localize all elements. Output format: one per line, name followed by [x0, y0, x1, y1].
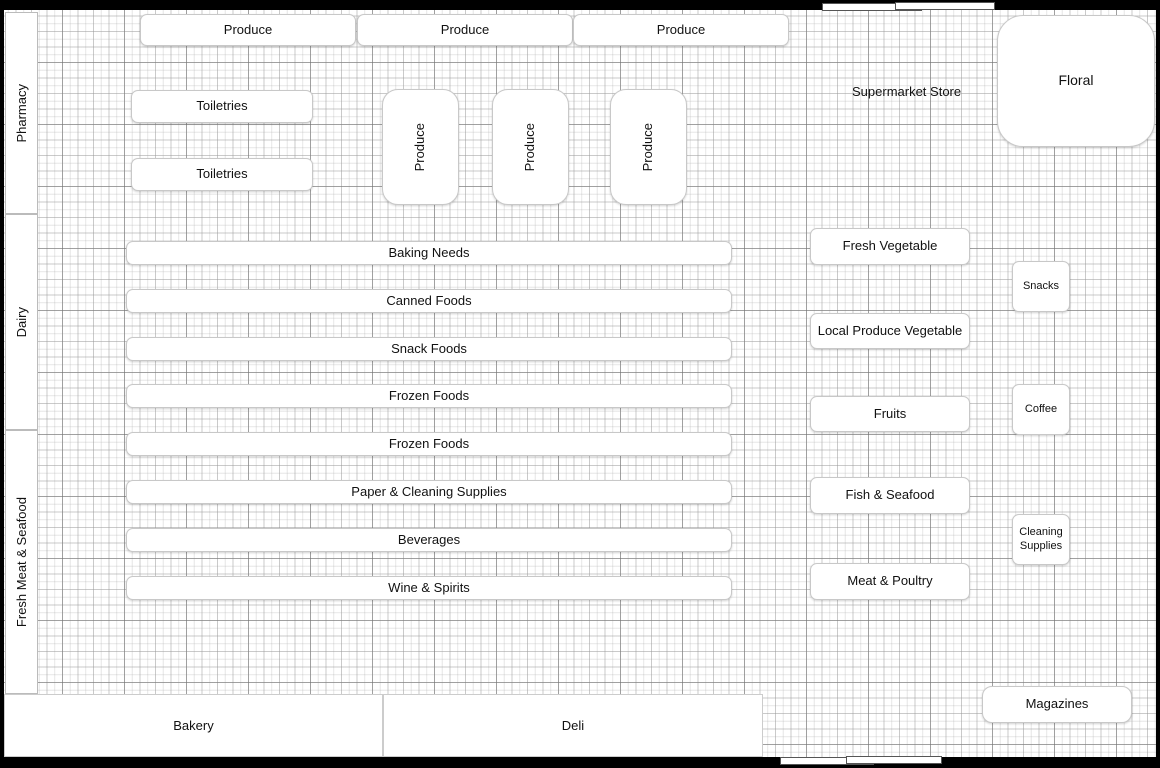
produce-display-1-label: Produce: [412, 122, 428, 172]
toiletries-2: Toiletries: [131, 158, 313, 191]
snacks-display: Snacks: [1012, 261, 1070, 312]
wall-bottom: [0, 757, 1160, 768]
produce-display-1: Produce: [382, 89, 459, 205]
meat-poultry-section: Meat & Poultry: [810, 563, 970, 600]
produce-display-2-label: Produce: [522, 122, 538, 172]
exit-door-bottom-right: [846, 756, 942, 764]
magazines-section: Magazines: [982, 686, 1132, 723]
fresh-vegetable-section: Fresh Vegetable: [810, 228, 970, 265]
aisle-canned-foods: Canned Foods: [126, 289, 732, 313]
wall-left: [0, 0, 4, 768]
fresh-meat-seafood-label: Fresh Meat & Seafood: [14, 496, 29, 628]
local-produce-vegetable-section: Local Produce Vegetable: [810, 313, 970, 349]
fruits-section: Fruits: [810, 396, 970, 432]
coffee-display: Coffee: [1012, 384, 1070, 435]
fish-seafood-section: Fish & Seafood: [810, 477, 970, 514]
entrance-door-top-right: [895, 2, 995, 10]
store-title: Supermarket Store: [852, 84, 962, 99]
dairy-section: Dairy: [5, 214, 38, 430]
cleaning-supplies-display: Cleaning Supplies: [1012, 514, 1070, 565]
aisle-frozen-foods-1: Frozen Foods: [126, 384, 732, 408]
produce-display-2: Produce: [492, 89, 569, 205]
fresh-meat-seafood-section: Fresh Meat & Seafood: [5, 430, 38, 694]
deli-section: Deli: [383, 694, 763, 757]
aisle-wine-spirits: Wine & Spirits: [126, 576, 732, 600]
aisle-snack-foods: Snack Foods: [126, 337, 732, 361]
wall-right: [1156, 0, 1160, 768]
bakery-section: Bakery: [4, 694, 383, 757]
produce-display-3: Produce: [610, 89, 687, 205]
aisle-frozen-foods-2: Frozen Foods: [126, 432, 732, 456]
dairy-label: Dairy: [14, 306, 29, 338]
toiletries-1: Toiletries: [131, 90, 313, 123]
pharmacy-section: Pharmacy: [5, 12, 38, 214]
produce-top-1: Produce: [140, 14, 356, 46]
aisle-beverages: Beverages: [126, 528, 732, 552]
produce-top-3: Produce: [573, 14, 789, 46]
pharmacy-label: Pharmacy: [14, 83, 29, 143]
aisle-paper-cleaning-supplies: Paper & Cleaning Supplies: [126, 480, 732, 504]
floral-section: Floral: [997, 15, 1155, 147]
produce-top-2: Produce: [357, 14, 573, 46]
produce-display-3-label: Produce: [640, 122, 656, 172]
cleaning-supplies-label: Cleaning Supplies: [1019, 525, 1063, 552]
aisle-baking-needs: Baking Needs: [126, 241, 732, 265]
